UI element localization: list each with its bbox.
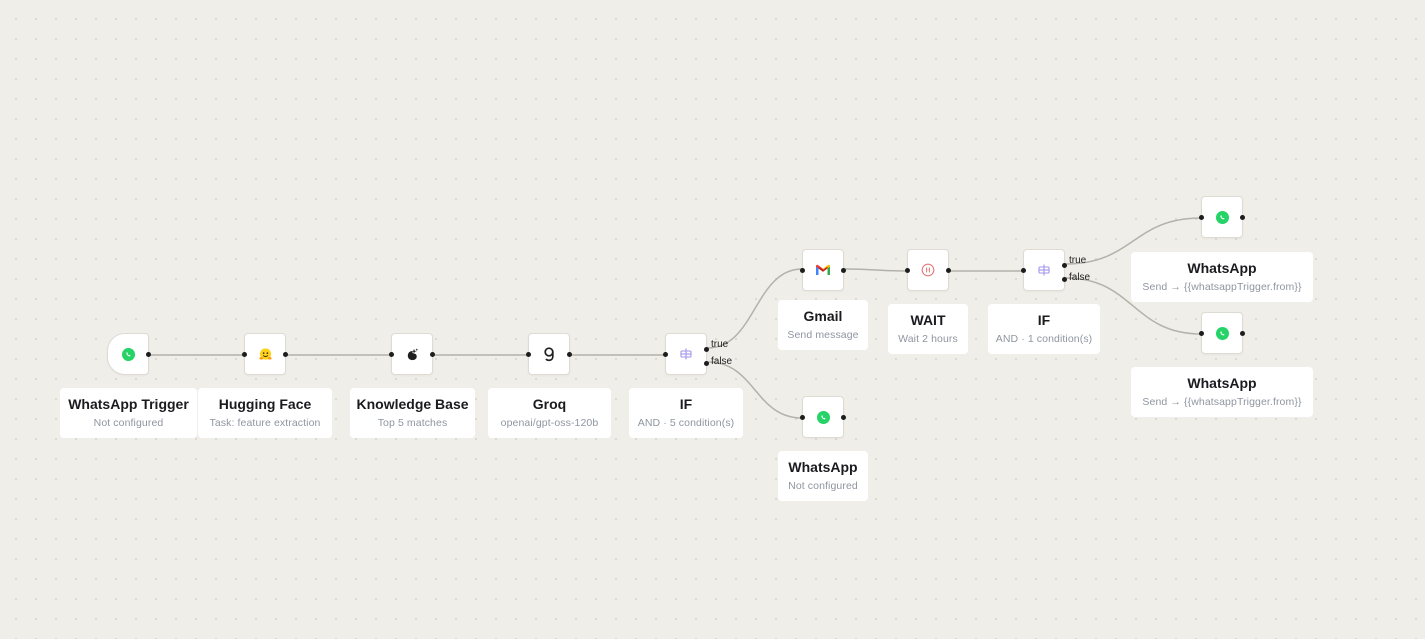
- whatsapp-trigger-node[interactable]: [107, 333, 151, 375]
- whatsapp-node[interactable]: [800, 396, 846, 438]
- groq-icon: [544, 347, 554, 362]
- if-icon: [1038, 264, 1050, 276]
- wait-card[interactable]: WAIT Wait 2 hours: [888, 304, 968, 354]
- false-output-handle[interactable]: [704, 361, 709, 366]
- node-subtitle: Wait 2 hours: [898, 333, 958, 345]
- if-node[interactable]: true false: [1021, 249, 1090, 291]
- node-title: WhatsApp: [1187, 375, 1257, 391]
- false-branch-label: false: [1069, 272, 1091, 283]
- knowledge-base-node[interactable]: [389, 333, 435, 375]
- node-subtitle: Not configured: [788, 480, 858, 492]
- whatsapp-card[interactable]: WhatsApp Send → {{whatsappTrigger.from}}: [1131, 252, 1313, 302]
- output-handle[interactable]: [430, 352, 435, 357]
- output-handle[interactable]: [146, 352, 151, 357]
- whatsapp-node[interactable]: [1199, 312, 1245, 354]
- node-title: Knowledge Base: [356, 396, 469, 412]
- if-node[interactable]: true false: [663, 333, 732, 375]
- hugging-face-icon: [258, 347, 272, 360]
- gmail-card[interactable]: Gmail Send message: [778, 300, 868, 350]
- node-subtitle: Send → {{whatsappTrigger.from}}: [1142, 281, 1302, 293]
- wait-node[interactable]: [905, 249, 951, 291]
- node-subtitle: Send message: [787, 329, 859, 341]
- gmail-icon: [816, 264, 830, 275]
- hugging-face-node[interactable]: [242, 333, 288, 375]
- node-title: Hugging Face: [218, 396, 312, 412]
- gmail-node[interactable]: [800, 249, 846, 291]
- output-handle[interactable]: [841, 268, 846, 273]
- groq-card[interactable]: Groq openai/gpt-oss-120b: [488, 388, 611, 438]
- node-subtitle: Not configured: [93, 417, 164, 429]
- knowledge-base-icon: [407, 347, 418, 360]
- false-output-handle[interactable]: [1062, 277, 1067, 282]
- whatsapp-trigger-card[interactable]: WhatsApp Trigger Not configured: [60, 388, 197, 438]
- whatsapp-card[interactable]: WhatsApp Not configured: [778, 451, 868, 501]
- node-title: WhatsApp: [1187, 260, 1257, 276]
- input-handle[interactable]: [905, 268, 910, 273]
- workflow-canvas[interactable]: WhatsApp Trigger Not configured Hugging …: [0, 0, 1425, 639]
- edge-gmail-to-wait[interactable]: [844, 268, 908, 272]
- if-card[interactable]: IF AND · 1 condition(s): [988, 304, 1100, 354]
- whatsapp-card[interactable]: WhatsApp Send → {{whatsappTrigger.from}}: [1131, 367, 1313, 417]
- output-handle[interactable]: [567, 352, 572, 357]
- node-title: IF: [1037, 312, 1051, 328]
- output-handle[interactable]: [946, 268, 951, 273]
- input-handle[interactable]: [1199, 331, 1204, 336]
- pause-icon: [921, 263, 935, 277]
- node-title: IF: [679, 396, 693, 412]
- input-handle[interactable]: [242, 352, 247, 357]
- node-subtitle: AND · 1 condition(s): [995, 333, 1093, 345]
- if-icon: [680, 348, 692, 360]
- node-subtitle: openai/gpt-oss-120b: [500, 417, 599, 429]
- output-handle[interactable]: [841, 415, 846, 420]
- true-output-handle[interactable]: [1062, 263, 1067, 268]
- input-handle[interactable]: [800, 268, 805, 273]
- node-title: WhatsApp: [788, 459, 858, 475]
- input-handle[interactable]: [800, 415, 805, 420]
- output-handle[interactable]: [1240, 215, 1245, 220]
- node-subtitle: Top 5 matches: [377, 417, 448, 429]
- node-title: Groq: [532, 396, 567, 412]
- node-subtitle: AND · 5 condition(s): [637, 417, 735, 429]
- groq-node[interactable]: [526, 333, 572, 375]
- node-subtitle: Send → {{whatsappTrigger.from}}: [1142, 396, 1302, 408]
- whatsapp-node[interactable]: [1199, 196, 1245, 238]
- true-branch-label: true: [711, 339, 729, 350]
- whatsapp-icon: [1215, 326, 1229, 340]
- hugging-face-card[interactable]: Hugging Face Task: feature extraction: [198, 388, 332, 438]
- whatsapp-icon: [816, 410, 830, 424]
- node-subtitle: Task: feature extraction: [209, 417, 321, 429]
- node-title: WAIT: [910, 312, 946, 328]
- input-handle[interactable]: [663, 352, 668, 357]
- node-title: Gmail: [803, 308, 843, 324]
- true-branch-label: true: [1069, 255, 1087, 266]
- input-handle[interactable]: [526, 352, 531, 357]
- output-handle[interactable]: [283, 352, 288, 357]
- whatsapp-icon: [121, 347, 135, 361]
- node-title: WhatsApp Trigger: [68, 396, 189, 412]
- true-output-handle[interactable]: [704, 347, 709, 352]
- input-handle[interactable]: [1199, 215, 1204, 220]
- input-handle[interactable]: [389, 352, 394, 357]
- whatsapp-icon: [1215, 210, 1229, 224]
- if-card[interactable]: IF AND · 5 condition(s): [629, 388, 743, 438]
- output-handle[interactable]: [1240, 331, 1245, 336]
- knowledge-base-card[interactable]: Knowledge Base Top 5 matches: [350, 388, 475, 438]
- false-branch-label: false: [711, 356, 733, 367]
- input-handle[interactable]: [1021, 268, 1026, 273]
